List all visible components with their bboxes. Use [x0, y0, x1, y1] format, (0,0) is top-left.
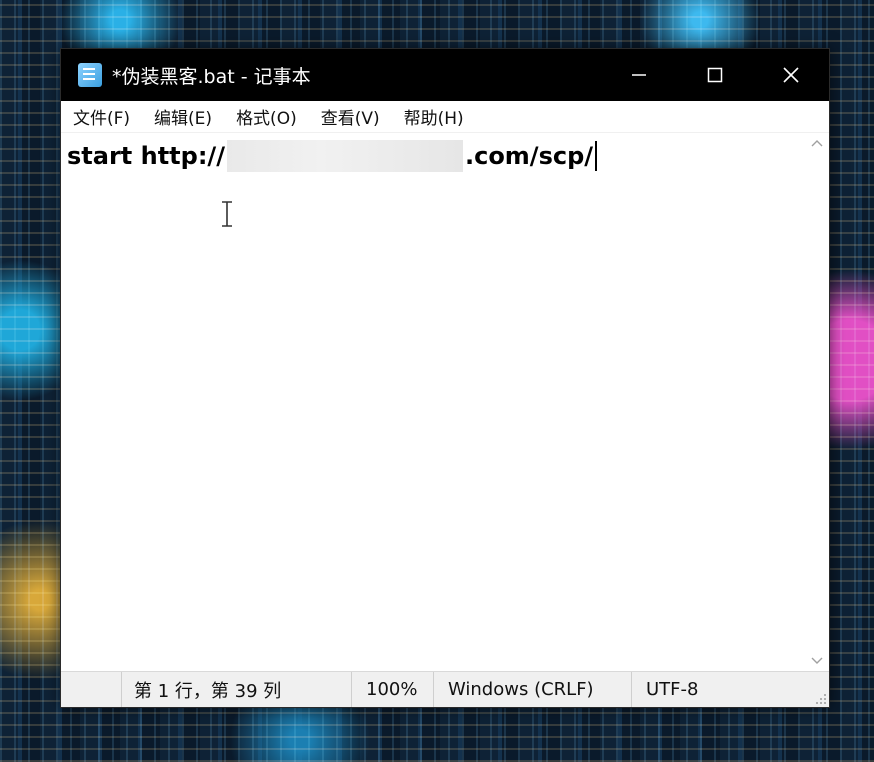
text-caret	[595, 141, 598, 171]
close-button[interactable]	[753, 49, 829, 101]
maximize-button[interactable]	[677, 49, 753, 101]
text-editor[interactable]: start http:// .com/scp/	[61, 133, 829, 671]
menu-edit[interactable]: 编辑(E)	[152, 104, 224, 129]
scroll-down-arrow-icon[interactable]	[811, 657, 823, 665]
resize-grip-icon[interactable]	[815, 693, 827, 705]
window-title: *伪装黑客.bat - 记事本	[112, 65, 311, 88]
close-icon	[783, 67, 799, 83]
menu-help[interactable]: 帮助(H)	[402, 104, 476, 129]
minimize-button[interactable]	[601, 49, 677, 101]
vertical-scrollbar[interactable]	[805, 133, 829, 671]
url-suffix-text: .com/scp/	[464, 142, 594, 170]
text-area[interactable]: start http:// .com/scp/	[61, 133, 805, 671]
menu-file[interactable]: 文件(F)	[71, 104, 142, 129]
notepad-window: *伪装黑客.bat - 记事本 文件(F) 编辑(E) 格式(O) 查看(V) …	[60, 48, 830, 708]
cursor-position: 第 1 行，第 39 列	[121, 672, 351, 707]
menu-format[interactable]: 格式(O)	[234, 104, 309, 129]
notepad-icon	[78, 63, 102, 87]
redacted-domain	[226, 140, 463, 172]
encoding: UTF-8	[631, 672, 829, 707]
menu-bar: 文件(F) 编辑(E) 格式(O) 查看(V) 帮助(H)	[61, 101, 829, 133]
status-spacer	[61, 672, 121, 707]
title-bar[interactable]: *伪装黑客.bat - 记事本	[61, 49, 829, 101]
url-prefix-text: start http://	[67, 142, 225, 170]
text-line[interactable]: start http:// .com/scp/	[67, 137, 799, 175]
maximize-icon	[707, 67, 723, 83]
line-ending: Windows (CRLF)	[433, 672, 631, 707]
scroll-up-arrow-icon[interactable]	[811, 139, 823, 147]
minimize-icon	[632, 74, 646, 76]
zoom-level: 100%	[351, 672, 433, 707]
ibeam-cursor-icon	[222, 201, 232, 227]
menu-view[interactable]: 查看(V)	[319, 104, 392, 129]
status-bar: 第 1 行，第 39 列 100% Windows (CRLF) UTF-8	[61, 671, 829, 707]
